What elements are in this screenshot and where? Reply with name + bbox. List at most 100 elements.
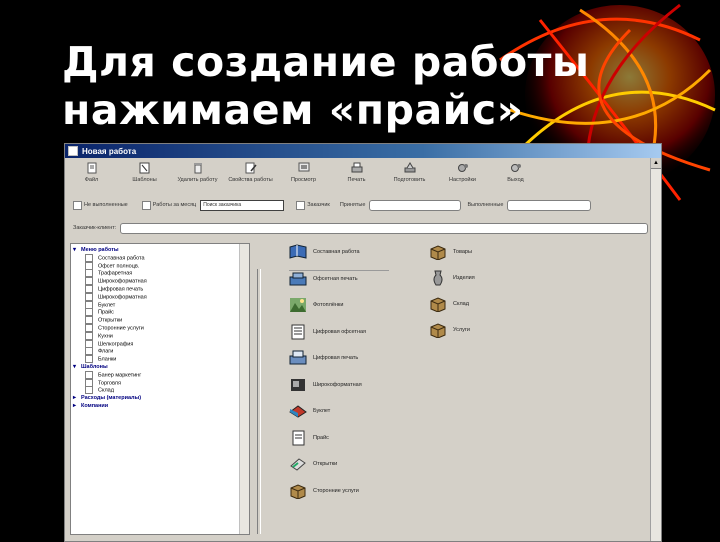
tree-item-label: Склад: [98, 387, 114, 394]
work-type-label: Услуги: [453, 327, 470, 333]
work-type-item[interactable]: Сторонние услуги: [289, 483, 359, 499]
trash-icon: [193, 163, 202, 174]
tree-checkbox[interactable]: [85, 277, 93, 286]
tree-item[interactable]: Составная работа: [85, 253, 145, 262]
tree-item-label: Офсет полноцв.: [98, 263, 140, 270]
tree-item-label: Меню работы: [81, 247, 119, 253]
tree-item[interactable]: Цифровая печать: [85, 285, 143, 293]
customer-field[interactable]: [120, 222, 649, 234]
customer-checkbox[interactable]: [296, 200, 306, 210]
not-done-checkbox[interactable]: [73, 200, 82, 210]
work-type-item[interactable]: Склад: [429, 296, 469, 312]
tree-item[interactable]: Банер маркетинг: [85, 370, 141, 379]
customer-label: Заказчик-клиент:: [73, 225, 117, 231]
work-type-label: Прайс: [313, 434, 329, 441]
work-type-label: Офсетная печать: [313, 275, 358, 282]
toolbar-button[interactable]: Подготовить: [383, 160, 436, 192]
toolbar-button[interactable]: Шаблоны: [118, 160, 171, 192]
tree-item-label: Сторонние услуги: [98, 325, 144, 332]
price-icon: [292, 430, 305, 445]
done-field[interactable]: [507, 199, 592, 211]
collapse-arrow-icon[interactable]: ▾: [73, 363, 81, 370]
tree-item[interactable]: Широкоформатная: [85, 292, 147, 301]
tree-checkbox[interactable]: [85, 285, 93, 293]
tree-checkbox[interactable]: [85, 300, 93, 309]
digital-print-icon: [289, 350, 307, 365]
tree-item-label: Широкоформатная: [98, 278, 147, 285]
tree-checkbox[interactable]: [85, 261, 93, 270]
work-type-label: Составная работа: [313, 249, 360, 255]
tree-checkbox[interactable]: [85, 370, 93, 379]
toolbar-button[interactable]: Удалить работу: [171, 160, 224, 192]
expand-arrow-icon[interactable]: ▸: [73, 394, 81, 401]
tree-group-templates[interactable]: ▾ Шаблоны: [73, 363, 108, 370]
tree-item[interactable]: Широкоформатная: [85, 277, 147, 286]
work-type-item[interactable]: Открытки: [289, 456, 337, 472]
work-type-item[interactable]: Офсетная печать: [289, 271, 358, 287]
tree-item[interactable]: Прайс: [85, 308, 114, 317]
toolbar-button[interactable]: Выход: [489, 160, 542, 192]
tree-checkbox[interactable]: [85, 331, 93, 340]
tree-item-label: Открытки: [98, 317, 123, 324]
tree-item[interactable]: Склад: [85, 386, 114, 395]
tree-group-materials[interactable]: ▸ Расходы (материалы): [73, 394, 141, 401]
tree-item[interactable]: Кухни: [85, 331, 113, 340]
tree-item[interactable]: Открытки: [85, 316, 123, 325]
work-type-item[interactable]: Широкоформатная: [289, 377, 362, 393]
work-type-item[interactable]: Цифровая печать: [289, 350, 358, 366]
work-type-item[interactable]: Составная работа: [289, 244, 360, 260]
tree-item-label: Буклет: [98, 302, 116, 309]
toolbar-button[interactable]: Печать: [330, 160, 383, 192]
tree-checkbox[interactable]: [85, 378, 93, 387]
collapse-arrow-icon[interactable]: ▾: [73, 246, 81, 253]
tree-item[interactable]: Флаги: [85, 347, 113, 356]
tree-item[interactable]: Офсет полноцв.: [85, 261, 140, 270]
work-type-item[interactable]: Буклет: [289, 403, 330, 419]
work-type-item[interactable]: Товары: [429, 244, 472, 260]
search-combo[interactable]: Поиск заказчика: [200, 199, 285, 211]
toolbar-button-label: Подготовить: [393, 177, 426, 183]
tree-item-label: Цифровая печать: [98, 286, 144, 293]
work-type-item[interactable]: Изделия: [429, 270, 475, 286]
tree-checkbox[interactable]: [85, 386, 93, 395]
tree-checkbox[interactable]: [85, 308, 93, 317]
accepted-field[interactable]: [369, 199, 462, 211]
tree-item[interactable]: Торговля: [85, 378, 121, 387]
month-checkbox[interactable]: [141, 200, 151, 210]
work-type-item[interactable]: Фотоплёнки: [289, 297, 343, 313]
tree-checkbox[interactable]: [85, 253, 93, 262]
work-type-label: Склад: [453, 301, 469, 307]
customer-check-label: Заказчик: [307, 202, 330, 208]
toolbar-button[interactable]: Настройки: [436, 160, 489, 192]
tree-group-work-menu[interactable]: ▾ Меню работы: [73, 246, 119, 253]
tree-checkbox[interactable]: [85, 347, 93, 356]
tree-item[interactable]: Трафаретная: [85, 269, 132, 278]
tree-group-companies[interactable]: ▸ Компании: [73, 402, 108, 409]
work-type-item[interactable]: Прайс: [289, 430, 329, 446]
box-icon: [430, 245, 446, 260]
tree-checkbox[interactable]: [85, 269, 93, 278]
toolbar-button[interactable]: Просмотр: [277, 160, 330, 192]
printer-icon: [351, 162, 362, 173]
work-type-item[interactable]: Услуги: [429, 322, 470, 338]
tree-item[interactable]: Шелкография: [85, 339, 133, 348]
tree-checkbox[interactable]: [85, 292, 93, 301]
tree-checkbox[interactable]: [85, 355, 93, 364]
toolbar-button[interactable]: Файл: [65, 160, 118, 192]
tree-scrollbar[interactable]: [239, 244, 249, 534]
tree-checkbox[interactable]: [85, 316, 93, 325]
tree-item[interactable]: Буклет: [85, 300, 116, 309]
scroll-up-icon[interactable]: ▲: [651, 158, 661, 169]
tree-checkbox[interactable]: [85, 339, 93, 348]
window-titlebar[interactable]: Новая работа: [65, 144, 661, 158]
toolbar-button-label: Шаблоны: [132, 177, 157, 183]
toolbar-button-label: Файл: [84, 177, 99, 183]
window-scrollbar[interactable]: ▲: [650, 158, 661, 541]
expand-arrow-icon[interactable]: ▸: [73, 402, 81, 409]
tree-item[interactable]: Бланки: [85, 355, 116, 364]
box-icon: [430, 323, 446, 338]
tree-item[interactable]: Сторонние услуги: [85, 324, 144, 332]
work-type-item[interactable]: Цифровая офсетная: [289, 324, 366, 340]
toolbar-button[interactable]: Свойства работы: [224, 160, 277, 192]
tree-checkbox[interactable]: [85, 324, 93, 332]
